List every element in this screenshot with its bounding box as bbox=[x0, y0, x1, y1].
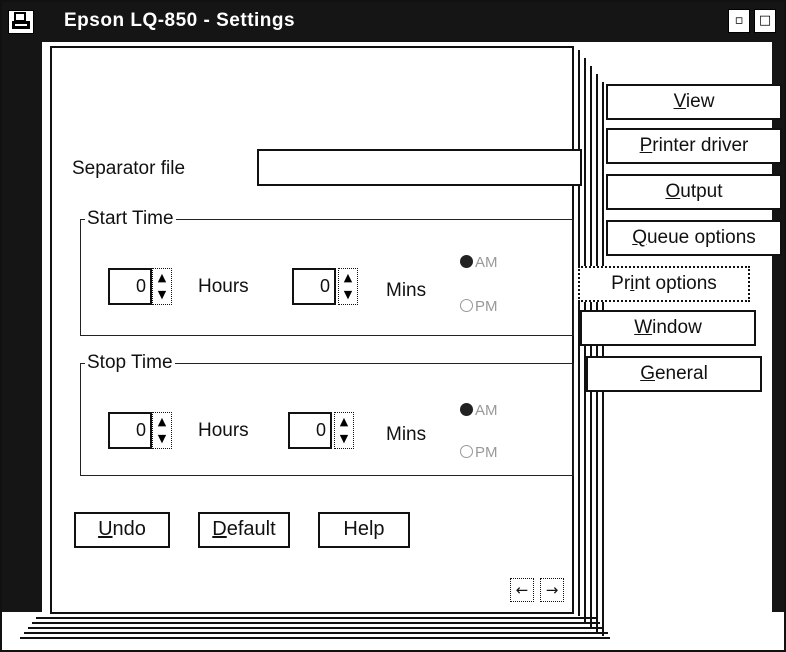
tab-print-options[interactable]: Print options bbox=[578, 266, 750, 302]
stop-time-legend: Stop Time bbox=[87, 352, 173, 373]
spin-down-icon[interactable]: ▼ bbox=[155, 431, 169, 447]
tab-queue-options[interactable]: Queue options bbox=[606, 220, 782, 256]
settings-page: Separator file Start Time 0 ▲ ▼ Hours 0 … bbox=[50, 46, 582, 614]
tab-general[interactable]: General bbox=[586, 356, 762, 392]
spin-up-icon[interactable]: ▲ bbox=[155, 270, 169, 286]
stop-hours-field[interactable]: 0 bbox=[108, 412, 152, 449]
stop-mins-field[interactable]: 0 bbox=[288, 412, 332, 449]
radio-checked-icon bbox=[460, 403, 473, 416]
prev-page-arrow-icon[interactable]: ← bbox=[510, 578, 534, 602]
spin-down-icon[interactable]: ▼ bbox=[155, 287, 169, 303]
separator-file-label: Separator file bbox=[72, 158, 186, 179]
tab-view[interactable]: View bbox=[606, 84, 782, 120]
start-hours-field[interactable]: 0 bbox=[108, 268, 152, 305]
settings-window: Epson LQ-850 - Settings ▫ □ Separator fi… bbox=[0, 0, 786, 652]
default-button[interactable]: Default bbox=[198, 512, 290, 548]
maximize-button[interactable]: □ bbox=[754, 9, 776, 33]
minimize-button[interactable]: ▫ bbox=[728, 9, 750, 33]
separator-file-input[interactable] bbox=[257, 149, 582, 186]
tab-output[interactable]: Output bbox=[606, 174, 782, 210]
stop-mins-spinner[interactable]: ▲ ▼ bbox=[334, 412, 354, 449]
help-button[interactable]: Help bbox=[318, 512, 410, 548]
start-hours-label: Hours bbox=[198, 276, 249, 297]
start-time-legend: Start Time bbox=[87, 208, 174, 229]
start-am-radio[interactable]: AM bbox=[460, 254, 498, 271]
radio-unchecked-icon bbox=[460, 299, 473, 312]
start-hours-spinner[interactable]: ▲ ▼ bbox=[152, 268, 172, 305]
spin-up-icon[interactable]: ▲ bbox=[337, 414, 351, 430]
tab-printer-driver[interactable]: Printer driver bbox=[606, 128, 782, 164]
spin-down-icon[interactable]: ▼ bbox=[341, 287, 355, 303]
client-frame-left bbox=[2, 42, 42, 612]
spin-down-icon[interactable]: ▼ bbox=[337, 431, 351, 447]
stop-pm-radio[interactable]: PM bbox=[460, 444, 498, 461]
tab-window[interactable]: Window bbox=[580, 310, 756, 346]
start-mins-field[interactable]: 0 bbox=[292, 268, 336, 305]
title-bar[interactable]: Epson LQ-850 - Settings ▫ □ bbox=[2, 2, 784, 42]
start-pm-radio[interactable]: PM bbox=[460, 298, 498, 315]
spin-up-icon[interactable]: ▲ bbox=[155, 414, 169, 430]
start-mins-label: Mins bbox=[386, 280, 427, 301]
window-title: Epson LQ-850 - Settings bbox=[64, 10, 296, 31]
undo-button[interactable]: Undo bbox=[74, 512, 170, 548]
stop-hours-label: Hours bbox=[198, 420, 249, 441]
stop-mins-label: Mins bbox=[386, 424, 427, 445]
radio-checked-icon bbox=[460, 255, 473, 268]
stop-am-radio[interactable]: AM bbox=[460, 402, 498, 419]
radio-unchecked-icon bbox=[460, 445, 473, 458]
spin-up-icon[interactable]: ▲ bbox=[341, 270, 355, 286]
printer-icon[interactable] bbox=[8, 10, 34, 34]
next-page-arrow-icon[interactable]: → bbox=[540, 578, 564, 602]
start-mins-spinner[interactable]: ▲ ▼ bbox=[338, 268, 358, 305]
stop-hours-spinner[interactable]: ▲ ▼ bbox=[152, 412, 172, 449]
